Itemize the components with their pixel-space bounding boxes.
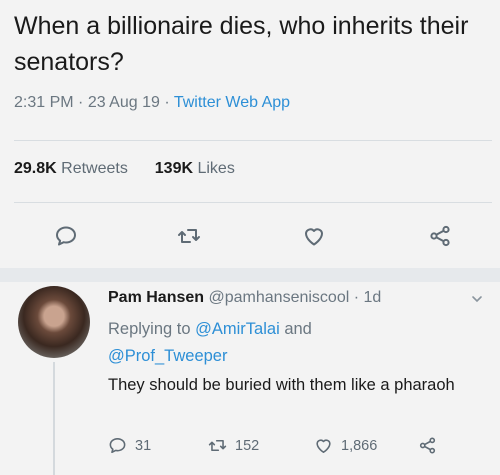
section-separator: [0, 268, 500, 282]
reply-action-bar: 31 152 1,866: [0, 436, 500, 460]
tweet-stats: 29.8K Retweets 139K Likes: [14, 160, 235, 178]
meta-separator: ·: [349, 289, 364, 306]
share-icon: [430, 225, 450, 247]
replying-to: Replying to @AmirTalai and @Prof_Tweeper: [108, 316, 488, 370]
avatar[interactable]: [18, 286, 90, 358]
reply-like-button[interactable]: 1,866: [314, 436, 377, 455]
retweet-icon: [178, 229, 200, 243]
retweet-button[interactable]: [175, 222, 203, 250]
retweet-icon: [208, 439, 227, 452]
tweet-text: When a billionaire dies, who inherits th…: [14, 12, 469, 76]
reply-retweet-button[interactable]: 152: [208, 436, 259, 455]
tweet-source-app[interactable]: Twitter Web App: [174, 94, 290, 111]
divider: [14, 202, 492, 203]
reply-author-handle[interactable]: @pamhanseniscool: [209, 289, 350, 306]
tweet-meta: 2:31 PM · 23 Aug 19 · Twitter Web App: [14, 94, 290, 112]
reply-age: 1d: [363, 289, 382, 306]
divider: [14, 140, 492, 141]
meta-separator: ·: [159, 94, 174, 111]
replying-and: and: [279, 320, 312, 338]
reply-reply-button[interactable]: 31: [108, 436, 151, 455]
reply-text: They should be buried with them like a p…: [108, 376, 455, 394]
heart-icon: [316, 439, 331, 454]
heart-icon: [305, 228, 323, 246]
reply-count: 31: [135, 437, 152, 454]
share-icon: [419, 437, 436, 454]
likes-label: Likes: [197, 160, 235, 177]
chevron-down-icon[interactable]: [470, 292, 484, 306]
retweets-stat[interactable]: 29.8K Retweets: [14, 160, 128, 177]
retweets-count: 29.8K: [14, 160, 57, 177]
reply-header: Pam Hansen @pamhanseniscool · 1d: [108, 289, 381, 307]
reply-icon: [109, 437, 126, 454]
retweets-label: Retweets: [61, 160, 128, 177]
like-button[interactable]: [300, 222, 328, 250]
replying-prefix: Replying to: [108, 320, 196, 338]
reply-author-name[interactable]: Pam Hansen: [108, 289, 204, 306]
likes-count: 139K: [154, 160, 194, 177]
reply-icon: [56, 226, 76, 246]
tweet-time: 2:31 PM: [14, 94, 74, 111]
retweet-count: 152: [235, 437, 260, 454]
mention-link[interactable]: @AmirTalai: [195, 320, 280, 338]
likes-stat[interactable]: 139K Likes: [155, 160, 235, 177]
like-count: 1,866: [341, 437, 378, 454]
reply-share-button[interactable]: [418, 436, 445, 455]
tweet-action-bar: [0, 222, 500, 252]
reply-button[interactable]: [52, 222, 80, 250]
meta-separator: ·: [73, 94, 88, 111]
mention-link[interactable]: @Prof_Tweeper: [108, 347, 227, 365]
share-button[interactable]: [426, 222, 454, 250]
tweet-date: 23 Aug 19: [87, 94, 160, 111]
